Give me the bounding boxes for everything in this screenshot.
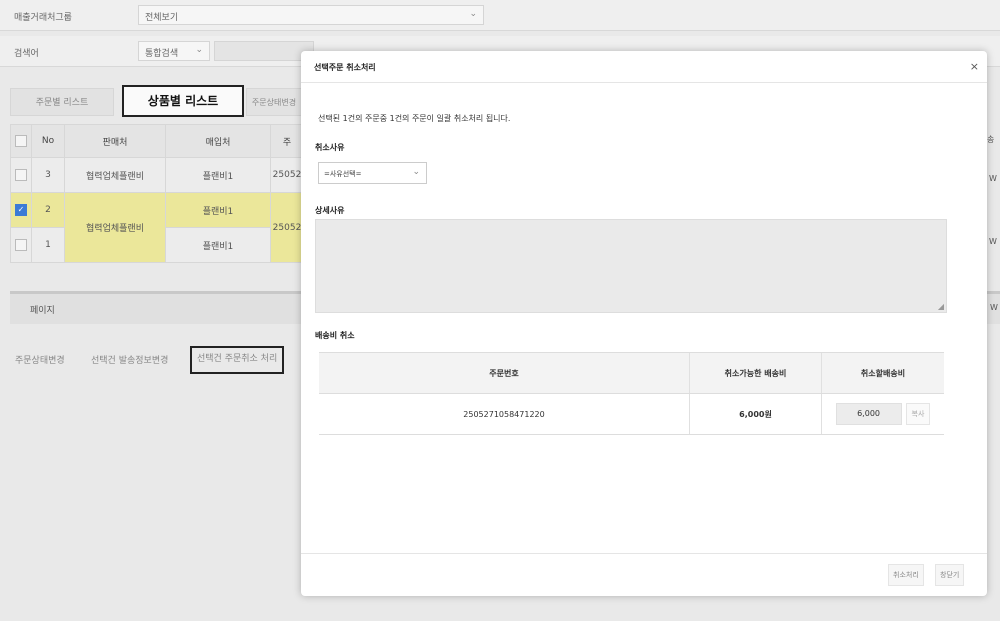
order-status-change-button[interactable]: 주문상태변경 xyxy=(10,350,70,372)
cell-buyer: 플랜비1 xyxy=(165,157,271,193)
cancel-amount-input[interactable]: 6,000 xyxy=(835,403,902,425)
col-header: 취소할배송비 xyxy=(821,352,944,394)
table-header-row: 주문번호 취소가능한 배송비 취소할배송비 xyxy=(319,352,944,394)
cell-cancel-amount: 6,000 복사 xyxy=(821,393,944,435)
search-type-select[interactable]: 통합검색 ⌄ xyxy=(138,41,210,61)
table-row[interactable]: ✓ 2 협력업체플랜비 플랜비1 25052 xyxy=(10,192,304,263)
partner-group-select[interactable]: 전체보기 ⌄ xyxy=(138,5,484,25)
table-row[interactable]: 3 협력업체플랜비 플랜비1 25052 xyxy=(10,157,304,193)
detail-reason-textarea[interactable]: ◢ xyxy=(315,219,947,313)
tab-status-change[interactable]: 주문상태변경 xyxy=(246,88,302,116)
tab-product-list[interactable]: 상품별 리스트 xyxy=(122,85,244,117)
resize-handle-icon[interactable]: ◢ xyxy=(938,302,944,311)
pager-label: 페이지 xyxy=(30,306,55,316)
shipping-info-change-button[interactable]: 선택건 발송정보변경 xyxy=(86,350,173,372)
cell-order: 25052 xyxy=(270,157,304,193)
col-header: 취소가능한 배송비 xyxy=(689,352,822,394)
select-all-cell xyxy=(10,124,32,158)
grid-header-row: No 판매처 매입처 주 xyxy=(10,124,304,158)
close-icon[interactable]: × xyxy=(970,60,979,73)
cell-order: 25052 xyxy=(270,192,304,263)
cancel-reason-label: 취소사유 xyxy=(315,143,345,152)
process-cancel-button[interactable]: 취소처리 xyxy=(888,564,924,586)
filter-label: 검색어 xyxy=(14,49,39,59)
chevron-down-icon: ⌄ xyxy=(195,45,203,55)
shipping-cancel-label: 배송비 취소 xyxy=(315,331,355,340)
cell-seller: 협력업체플랜비 xyxy=(64,192,166,263)
cancel-order-modal: 선택주문 취소처리 × 선택된 1건의 주문중 1건의 주문이 일괄 취소처리 … xyxy=(301,51,987,596)
modal-footer: 취소처리 창닫기 xyxy=(301,553,987,597)
copy-button[interactable]: 복사 xyxy=(905,403,931,425)
col-header-right: 송 xyxy=(987,135,995,144)
cell-no: 2 xyxy=(31,192,65,228)
col-header: 주 xyxy=(270,124,304,158)
row-checkbox-checked[interactable]: ✓ xyxy=(15,204,27,216)
row-checkbox[interactable] xyxy=(15,239,27,251)
chevron-down-icon: ⌄ xyxy=(412,167,420,177)
select-value: 전체보기 xyxy=(145,13,179,23)
cell-right: W xyxy=(989,174,997,183)
select-all-checkbox[interactable] xyxy=(15,135,27,147)
col-header: 판매처 xyxy=(64,124,166,158)
close-window-button[interactable]: 창닫기 xyxy=(935,564,965,586)
pager-extra: W xyxy=(990,303,998,312)
col-header: 매입처 xyxy=(165,124,271,158)
cell-no: 1 xyxy=(31,227,65,263)
row-checkbox-cell: ✓ xyxy=(10,192,32,228)
modal-title: 선택주문 취소처리 xyxy=(314,63,376,72)
row-checkbox-cell xyxy=(10,227,32,263)
tab-order-list[interactable]: 주문별 리스트 xyxy=(10,88,114,116)
cell-order-no: 2505271058471220 xyxy=(319,393,690,435)
cancel-reason-select[interactable]: =사유선택= ⌄ xyxy=(318,162,427,184)
search-input[interactable] xyxy=(214,41,314,61)
detail-reason-label: 상세사유 xyxy=(315,206,345,215)
order-grid: No 판매처 매입처 주 3 협력업체플랜비 플랜비1 25052 ✓ 2 협력… xyxy=(10,124,304,263)
row-checkbox[interactable] xyxy=(15,169,27,181)
modal-intro-text: 선택된 1건의 주문중 1건의 주문이 일괄 취소처리 됩니다. xyxy=(318,114,511,123)
cell-buyer: 플랜비1 xyxy=(165,192,271,228)
cancel-selected-orders-button[interactable]: 선택건 주문취소 처리 xyxy=(190,346,285,374)
row-checkbox-cell xyxy=(10,157,32,193)
filter-label: 매출거래처그룹 xyxy=(14,13,72,23)
select-value: =사유선택= xyxy=(324,170,362,178)
modal-header: 선택주문 취소처리 × xyxy=(301,51,987,83)
col-header: No xyxy=(31,124,65,158)
col-header: 주문번호 xyxy=(319,352,690,394)
cell-right: W xyxy=(989,237,997,246)
select-value: 통합검색 xyxy=(145,49,179,59)
cell-no: 3 xyxy=(31,157,65,193)
table-row: 2505271058471220 6,000원 6,000 복사 xyxy=(319,393,944,435)
cell-available-fee: 6,000원 xyxy=(689,393,822,435)
cell-buyer: 플랜비1 xyxy=(165,227,271,263)
shipping-cancel-table: 주문번호 취소가능한 배송비 취소할배송비 2505271058471220 6… xyxy=(319,352,944,435)
filter-row-partner-group: 매출거래처그룹 전체보기 ⌄ xyxy=(0,0,1000,31)
cell-seller: 협력업체플랜비 xyxy=(64,157,166,193)
chevron-down-icon: ⌄ xyxy=(469,9,477,19)
